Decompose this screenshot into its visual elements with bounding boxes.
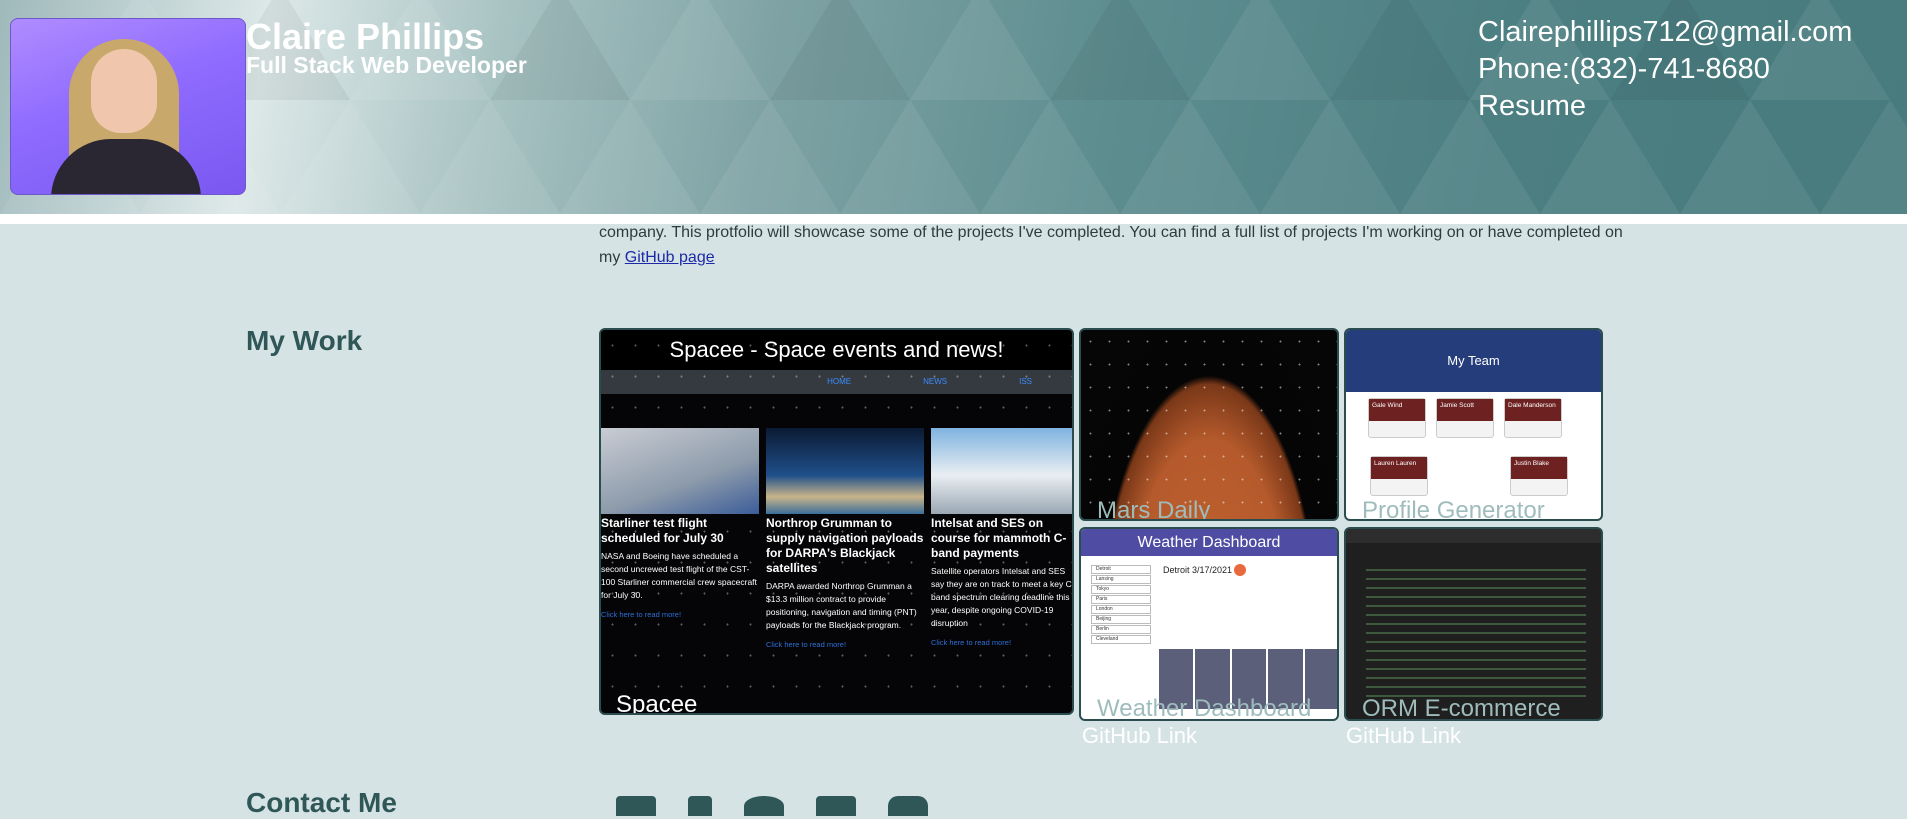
- article-image: [931, 428, 1072, 514]
- city-item: Cleveland: [1091, 635, 1151, 644]
- team-member-name: Gale Wind: [1369, 399, 1425, 421]
- team-member-name: Justin Blake: [1511, 457, 1567, 479]
- header-contact: Clairephillips712@gmail.com Phone:(832)-…: [1478, 14, 1852, 125]
- team-member-card: Jamie Scott: [1436, 398, 1494, 438]
- article-more-link: Click here to read more!: [601, 610, 682, 619]
- weather-city-date: Detroit 3/17/2021: [1163, 565, 1233, 575]
- about-body: company. This protfolio will showcase so…: [599, 224, 1623, 266]
- city-item: Tokyo: [1091, 585, 1151, 594]
- article-title: Starliner test flight scheduled for July…: [601, 516, 724, 545]
- phone-icon[interactable]: [688, 796, 712, 816]
- article-more-link: Click here to read more!: [931, 638, 1012, 647]
- instagram-icon[interactable]: [888, 796, 928, 816]
- resume-link[interactable]: Resume: [1478, 88, 1852, 125]
- team-member-card: Justin Blake: [1510, 456, 1568, 496]
- project-label: Profile Generator: [1362, 497, 1545, 521]
- email-icon[interactable]: [616, 796, 656, 816]
- article-body: Satellite operators Intelsat and SES say…: [931, 566, 1074, 628]
- city-item: Beijing: [1091, 615, 1151, 624]
- project-card-mars-daily[interactable]: Mars Daily: [1079, 328, 1339, 521]
- city-item: Lansing: [1091, 575, 1151, 584]
- city-item: Berlin: [1091, 625, 1151, 634]
- city-item: Detroit: [1091, 565, 1151, 574]
- article-title: Northrop Grumman to supply navigation pa…: [766, 516, 924, 575]
- article-image: [766, 428, 924, 514]
- project-card-profile-generator[interactable]: My Team Gale Wind Jamie Scott Dale Mande…: [1344, 328, 1603, 521]
- article-image: [601, 428, 759, 514]
- city-item: Paris: [1091, 595, 1151, 604]
- spacee-article: Starliner test flight scheduled for July…: [601, 428, 759, 619]
- team-member-card: Lauren Lauren: [1370, 456, 1428, 496]
- team-member-card: Gale Wind: [1368, 398, 1426, 438]
- team-member-card: Dale Manderson: [1504, 398, 1562, 438]
- project-label: Spacee: [616, 691, 698, 715]
- project-card-orm-ecommerce[interactable]: ORM E-commerce: [1344, 527, 1603, 721]
- page-header: Claire Phillips Full Stack Web Developer…: [0, 0, 1907, 214]
- spacee-article: Intelsat and SES on course for mammoth C…: [931, 428, 1074, 647]
- article-title: Intelsat and SES on course for mammoth C…: [931, 516, 1067, 560]
- spacee-article: Northrop Grumman to supply navigation pa…: [766, 428, 924, 649]
- editor-titlebar: [1346, 529, 1601, 543]
- team-member-name: Dale Manderson: [1505, 399, 1561, 421]
- article-more-link: Click here to read more!: [766, 640, 847, 649]
- linkedin-icon[interactable]: [816, 796, 856, 816]
- project-card-spacee[interactable]: Spacee - Space events and news! HOME NEW…: [599, 328, 1074, 715]
- article-body: DARPA awarded Northrop Grumman a $13.3 m…: [766, 581, 917, 630]
- about-text: company. This protfolio will showcase so…: [599, 220, 1639, 270]
- profile-title: Full Stack Web Developer: [246, 52, 527, 78]
- orm-github-link[interactable]: GitHub Link: [1346, 723, 1461, 749]
- project-label: Weather Dashboard: [1097, 695, 1312, 721]
- stars-background: [1081, 330, 1337, 519]
- team-member-name: Lauren Lauren: [1371, 457, 1427, 479]
- weather-screen-title: Weather Dashboard: [1081, 529, 1337, 556]
- city-item: London: [1091, 605, 1151, 614]
- team-screen-title: My Team: [1346, 330, 1601, 392]
- contact-icons: [616, 796, 928, 816]
- article-body: NASA and Boeing have scheduled a second …: [601, 551, 757, 600]
- code-lines: [1366, 569, 1586, 699]
- github-icon[interactable]: [744, 796, 784, 816]
- project-card-weather-dashboard[interactable]: Weather Dashboard Detroit Lansing Tokyo …: [1079, 527, 1339, 721]
- avatar-face: [91, 49, 157, 133]
- project-label: Mars Daily: [1097, 497, 1211, 521]
- contact-heading: Contact Me: [246, 787, 397, 818]
- email-link[interactable]: Clairephillips712@gmail.com: [1478, 14, 1852, 51]
- avatar: [10, 18, 246, 195]
- sun-icon: [1234, 564, 1246, 576]
- team-member-name: Jamie Scott: [1437, 399, 1493, 421]
- weather-github-link[interactable]: GitHub Link: [1082, 723, 1197, 749]
- my-work-heading: My Work: [246, 325, 363, 356]
- project-label: ORM E-commerce: [1362, 695, 1561, 721]
- github-page-link[interactable]: GitHub page: [625, 249, 715, 266]
- city-list: Detroit Lansing Tokyo Paris London Beiji…: [1091, 565, 1151, 645]
- phone-text: Phone:(832)-741-8680: [1478, 53, 1770, 85]
